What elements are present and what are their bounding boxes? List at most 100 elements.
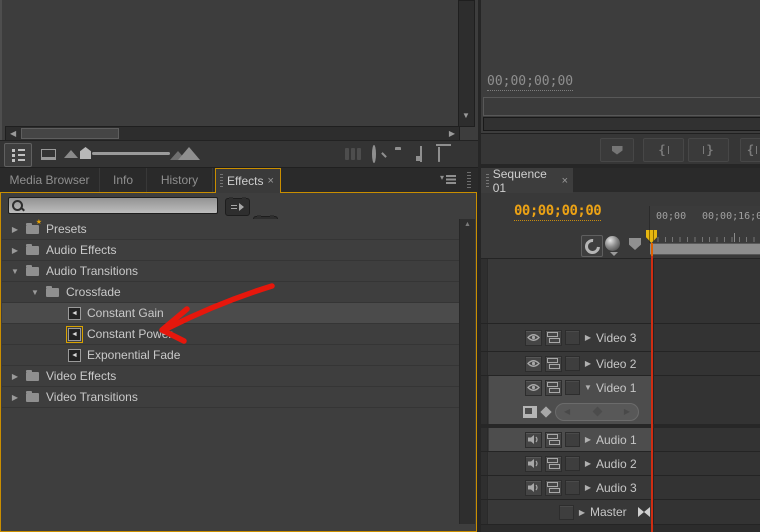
tab-info[interactable]: Info bbox=[100, 168, 147, 192]
delete-button[interactable] bbox=[438, 147, 440, 162]
sequence-timecode[interactable]: 00;00;00;00 bbox=[514, 203, 602, 221]
track-header-video3[interactable]: ▶ Video 3 bbox=[489, 324, 651, 351]
keyframe-navigator[interactable]: ◀ ▶ bbox=[555, 402, 639, 421]
next-keyframe-icon[interactable]: ▶ bbox=[624, 407, 630, 416]
chevron-right-icon[interactable]: ▶ bbox=[583, 333, 593, 342]
tree-item-video-transitions[interactable]: ▶ Video Transitions bbox=[2, 387, 459, 408]
thumbnail-zoom-slider-handle[interactable] bbox=[80, 147, 91, 159]
tree-item-presets[interactable]: ▶ ★ Presets bbox=[2, 219, 459, 240]
track-lock-toggle[interactable] bbox=[565, 480, 580, 495]
scrollbar-thumb[interactable] bbox=[21, 128, 119, 139]
chevron-down-icon[interactable]: ▼ bbox=[30, 283, 40, 302]
chevron-right-icon[interactable]: ▶ bbox=[10, 367, 20, 386]
tree-item-crossfade[interactable]: ▼ Crossfade bbox=[2, 282, 459, 303]
add-marker-button[interactable] bbox=[600, 138, 634, 162]
track-name: Audio 2 bbox=[596, 456, 637, 471]
track-lock-toggle[interactable] bbox=[565, 380, 580, 395]
chevron-right-icon[interactable]: ▶ bbox=[583, 459, 593, 468]
chevron-right-icon[interactable]: ▶ bbox=[583, 483, 593, 492]
folder-icon bbox=[26, 390, 39, 402]
find-button[interactable] bbox=[372, 145, 376, 163]
thumbnail-zoom-slider-track[interactable] bbox=[92, 152, 170, 155]
track-header-audio3[interactable]: ▶ Audio 3 bbox=[489, 476, 651, 499]
track-lock-toggle[interactable] bbox=[565, 432, 580, 447]
work-area-bar[interactable] bbox=[650, 243, 760, 255]
scroll-down-icon[interactable]: ▼ bbox=[462, 111, 470, 120]
toggle-track-output-button[interactable] bbox=[525, 479, 542, 496]
sync-lock-button[interactable] bbox=[545, 455, 562, 472]
search-input[interactable] bbox=[23, 198, 217, 213]
scroll-right-icon[interactable]: ▶ bbox=[449, 129, 455, 138]
tree-item-audio-transitions[interactable]: ▼ Audio Transitions bbox=[2, 261, 459, 282]
icon-view-button[interactable] bbox=[36, 143, 60, 165]
tab-media-browser[interactable]: Media Browser bbox=[0, 168, 100, 192]
close-icon[interactable]: × bbox=[562, 175, 568, 186]
chevron-right-icon[interactable]: ▶ bbox=[583, 359, 593, 368]
keyframe-toggle-button[interactable] bbox=[540, 405, 552, 418]
toggle-track-output-button[interactable] bbox=[525, 379, 542, 396]
mark-in-button[interactable]: { bbox=[643, 138, 684, 162]
sync-lock-button[interactable] bbox=[545, 355, 562, 372]
tab-effects[interactable]: Effects × bbox=[215, 168, 281, 193]
monitor-timecode[interactable]: 00;00;00;00 bbox=[487, 74, 574, 91]
mark-out-button[interactable]: } bbox=[688, 138, 729, 162]
add-keyframe-icon[interactable] bbox=[592, 406, 602, 417]
tree-item-constant-gain[interactable]: ◄ Constant Gain bbox=[2, 303, 459, 324]
track-lock-toggle[interactable] bbox=[565, 330, 580, 345]
effects-search-box[interactable] bbox=[8, 197, 218, 214]
track-lock-toggle[interactable] bbox=[559, 504, 574, 520]
chevron-right-icon[interactable]: ▶ bbox=[577, 508, 587, 517]
time-ruler[interactable]: 00;00 00;00;16;00 bbox=[649, 206, 760, 243]
tab-history[interactable]: History bbox=[147, 168, 213, 192]
track-header-master[interactable]: ▶ Master bbox=[489, 500, 651, 524]
accelerated-effects-icon bbox=[231, 204, 237, 207]
sync-lock-button[interactable] bbox=[545, 329, 562, 346]
viewing-area-bar[interactable] bbox=[483, 97, 760, 116]
track-header-video2[interactable]: ▶ Video 2 bbox=[489, 352, 651, 375]
toggle-track-output-button[interactable] bbox=[525, 431, 542, 448]
new-item-button[interactable] bbox=[420, 146, 422, 162]
track-header-audio2[interactable]: ▶ Audio 2 bbox=[489, 452, 651, 475]
vertical-scrollbar[interactable]: ▼ bbox=[458, 0, 475, 127]
show-keyframes-icon[interactable] bbox=[637, 507, 650, 517]
tree-item-exponential-fade[interactable]: ◄ Exponential Fade bbox=[2, 345, 459, 366]
tree-item-video-effects[interactable]: ▶ Video Effects bbox=[2, 366, 459, 387]
previous-keyframe-icon[interactable]: ◀ bbox=[564, 407, 570, 416]
scroll-up-icon[interactable]: ▲ bbox=[464, 221, 471, 228]
close-icon[interactable]: × bbox=[267, 176, 273, 187]
chevron-right-icon[interactable]: ▶ bbox=[10, 220, 20, 239]
monitor-scrollbar[interactable] bbox=[483, 117, 760, 131]
toggle-track-output-button[interactable] bbox=[525, 455, 542, 472]
track-header-video1[interactable]: ▼ Video 1 bbox=[489, 376, 651, 399]
sync-lock-button[interactable] bbox=[545, 479, 562, 496]
horizontal-scrollbar[interactable]: ◀ ▶ bbox=[5, 126, 460, 141]
chevron-right-icon[interactable]: ▶ bbox=[10, 241, 20, 260]
zoom-out-icon[interactable] bbox=[64, 150, 78, 158]
track-lock-toggle[interactable] bbox=[565, 356, 580, 371]
scroll-left-icon[interactable]: ◀ bbox=[10, 129, 16, 138]
encore-chapter-marker-button[interactable] bbox=[605, 236, 620, 251]
sync-lock-button[interactable] bbox=[545, 431, 562, 448]
toggle-track-output-button[interactable] bbox=[525, 355, 542, 372]
chevron-right-icon[interactable]: ▶ bbox=[10, 388, 20, 407]
tree-item-label: Audio Transitions bbox=[46, 263, 139, 278]
chevron-down-icon[interactable]: ▼ bbox=[583, 383, 593, 392]
effects-scrollbar[interactable]: ▲ bbox=[459, 219, 475, 524]
tree-item-audio-effects[interactable]: ▶ Audio Effects bbox=[2, 240, 459, 261]
list-view-button[interactable] bbox=[4, 143, 32, 167]
tree-item-constant-power[interactable]: ◄ Constant Power bbox=[2, 324, 459, 345]
track-area: ▶ Video 3 ▶ Video 2 ▼ Video 1 ◀ ▶ ▶ Audi… bbox=[481, 258, 760, 532]
tab-sequence-01[interactable]: Sequence 01 × bbox=[481, 167, 573, 195]
accelerated-effects-button[interactable] bbox=[225, 197, 250, 216]
track-lock-toggle[interactable] bbox=[565, 456, 580, 471]
panel-menu-button[interactable]: ▾ bbox=[440, 174, 457, 182]
chevron-down-icon[interactable]: ▼ bbox=[10, 262, 20, 281]
chevron-right-icon[interactable]: ▶ bbox=[583, 435, 593, 444]
track-header-audio1[interactable]: ▶ Audio 1 bbox=[489, 428, 651, 451]
set-marker-button[interactable] bbox=[629, 238, 641, 250]
set-display-style-button[interactable] bbox=[523, 405, 537, 418]
go-to-in-button[interactable]: { bbox=[740, 138, 760, 162]
toggle-track-output-button[interactable] bbox=[525, 329, 542, 346]
sync-lock-button[interactable] bbox=[545, 379, 562, 396]
snap-button[interactable] bbox=[581, 235, 603, 257]
